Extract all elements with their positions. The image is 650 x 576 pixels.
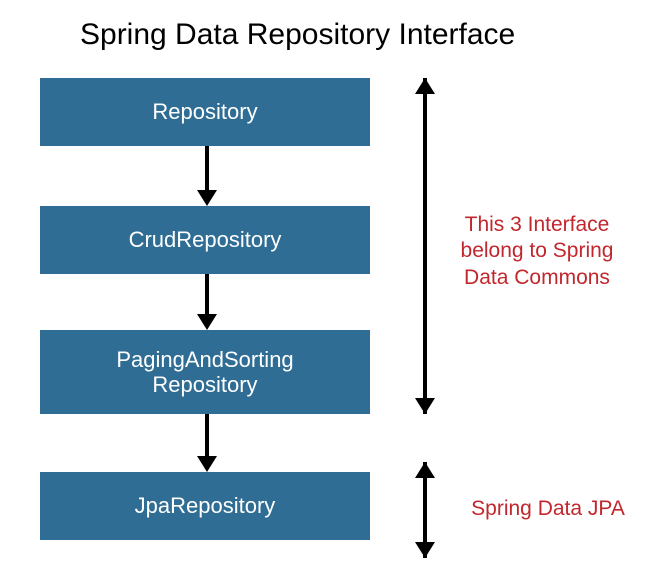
box-label: PagingAndSorting Repository <box>116 347 293 398</box>
annotation-commons: This 3 Interface belong to Spring Data C… <box>452 212 622 291</box>
box-label: CrudRepository <box>129 227 282 252</box>
hierarchy-box-pagingandsortingrepository: PagingAndSorting Repository <box>40 330 370 414</box>
arrow-down-icon <box>200 274 214 330</box>
arrow-down-icon <box>200 146 214 206</box>
box-label: JpaRepository <box>135 493 276 518</box>
arrow-down-icon <box>200 414 214 472</box>
hierarchy-box-jparepository: JpaRepository <box>40 472 370 540</box>
box-label: Repository <box>152 99 257 124</box>
diagram-title: Spring Data Repository Interface <box>80 18 515 52</box>
annotation-jpa: Spring Data JPA <box>458 496 638 522</box>
hierarchy-box-repository: Repository <box>40 78 370 146</box>
hierarchy-box-crudrepository: CrudRepository <box>40 206 370 274</box>
